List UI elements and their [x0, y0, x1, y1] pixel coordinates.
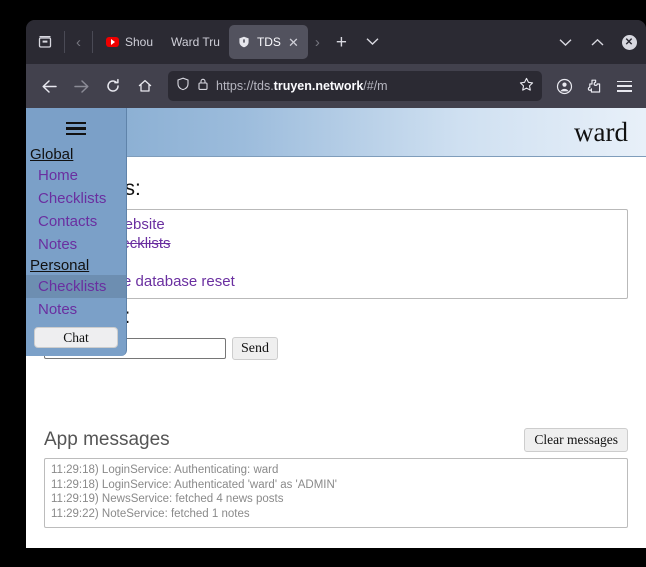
tab-youtube[interactable]: Shou [97, 25, 162, 59]
sidebar-item-contacts[interactable]: Contacts [26, 210, 126, 233]
new-checklist-heading: checklist: [44, 305, 628, 329]
app-messages-header: App messages Clear messages [44, 428, 628, 452]
menu-group-global: Global [30, 146, 74, 164]
list-item[interactable]: Update checklists [53, 234, 619, 253]
url-prefix: https://tds. [216, 79, 274, 93]
new-tab-button[interactable]: + [327, 33, 356, 52]
list-all-tabs-icon[interactable] [356, 35, 389, 49]
tab-list: Shou Ward Tru TDS ✕ [97, 24, 308, 60]
app-messages-log: 11:29:18) LoginService: Authenticating: … [44, 458, 628, 528]
log-line: 11:29:19) NewsService: fetched 4 news po… [51, 493, 284, 505]
page-viewport: ward checklists: : Familie website Updat… [26, 108, 646, 548]
sidebar-item-personal-checklists[interactable]: Checklists [26, 275, 126, 299]
forward-button[interactable] [66, 71, 96, 101]
tab-scroll-right-icon[interactable]: › [308, 34, 327, 51]
menu-group-personal: Personal [30, 257, 90, 275]
log-line: 11:29:18) LoginService: Authenticating: … [51, 464, 279, 476]
list-item[interactable]: : Familie website [53, 215, 619, 234]
tab-scroll-left-icon[interactable]: ‹ [69, 34, 88, 51]
menu-icon[interactable] [26, 116, 126, 145]
tab-label: TDS [256, 35, 281, 49]
back-button[interactable] [34, 71, 64, 101]
new-checklist-form: Send [44, 337, 628, 360]
shield-icon [238, 36, 251, 49]
app-menu-button[interactable] [610, 71, 638, 101]
close-window-button[interactable]: ✕ [614, 27, 644, 57]
lock-icon[interactable] [197, 77, 209, 96]
youtube-icon [106, 36, 119, 49]
chat-button-wrap: Chat [26, 321, 126, 349]
browser-window: ‹ Shou Ward Tru TDS ✕ › + ✕ https://tds.… [26, 20, 646, 548]
sidebar-item-personal-notes[interactable]: Notes [26, 298, 126, 321]
toolbar-divider-2 [92, 31, 93, 53]
list-item[interactable]: Sample site database reset [53, 272, 619, 291]
app-messages-title: App messages [44, 429, 170, 450]
url-suffix: /#/m [363, 79, 388, 93]
extensions-icon[interactable] [580, 71, 608, 101]
tab-ward-tru[interactable]: Ward Tru [162, 25, 229, 59]
address-bar[interactable]: https://tds.truyen.network/#/m [168, 71, 542, 101]
minimize-button[interactable] [550, 27, 580, 57]
tab-strip: ‹ Shou Ward Tru TDS ✕ › + ✕ [26, 20, 646, 64]
shield-icon[interactable] [176, 77, 190, 96]
reload-button[interactable] [98, 71, 128, 101]
sidebar-item-home[interactable]: Home [26, 164, 126, 187]
window-controls: ✕ [550, 20, 644, 64]
log-line: 11:29:22) NoteService: fetched 1 notes [51, 507, 250, 520]
page-title: ward [574, 116, 628, 147]
navigation-toolbar: https://tds.truyen.network/#/m [26, 64, 646, 108]
checklists-heading: checklists: [44, 177, 628, 201]
maximize-button[interactable] [582, 27, 612, 57]
home-button[interactable] [130, 71, 160, 101]
close-icon[interactable]: ✕ [288, 36, 299, 49]
clear-messages-button[interactable]: Clear messages [524, 428, 628, 452]
url-domain: truyen.network [273, 79, 364, 93]
list-item[interactable]: Add Notes [53, 253, 619, 272]
toolbar-divider [64, 31, 65, 53]
bookmark-star-icon[interactable] [519, 77, 534, 95]
app-messages-section: App messages Clear messages 11:29:18) Lo… [26, 428, 646, 528]
send-button[interactable]: Send [232, 337, 278, 360]
log-line: 11:29:18) LoginService: Authenticated 'w… [51, 478, 338, 491]
checklist-list: : Familie website Update checklists Add … [44, 209, 628, 299]
chat-button[interactable]: Chat [34, 327, 118, 349]
sidebar-item-global-notes[interactable]: Notes [26, 233, 126, 256]
tab-label: Shou [125, 35, 154, 49]
side-menu: Global Home Checklists Contacts Notes Pe… [26, 108, 127, 357]
account-icon[interactable] [550, 71, 578, 101]
firefox-view-icon[interactable] [30, 27, 60, 57]
sidebar-item-global-checklists[interactable]: Checklists [26, 187, 126, 210]
tab-label: Ward Tru [171, 35, 220, 49]
url-text[interactable]: https://tds.truyen.network/#/m [216, 79, 512, 93]
tab-tds[interactable]: TDS ✕ [228, 25, 308, 59]
hamburger-icon [616, 80, 632, 92]
close-icon: ✕ [621, 34, 637, 50]
